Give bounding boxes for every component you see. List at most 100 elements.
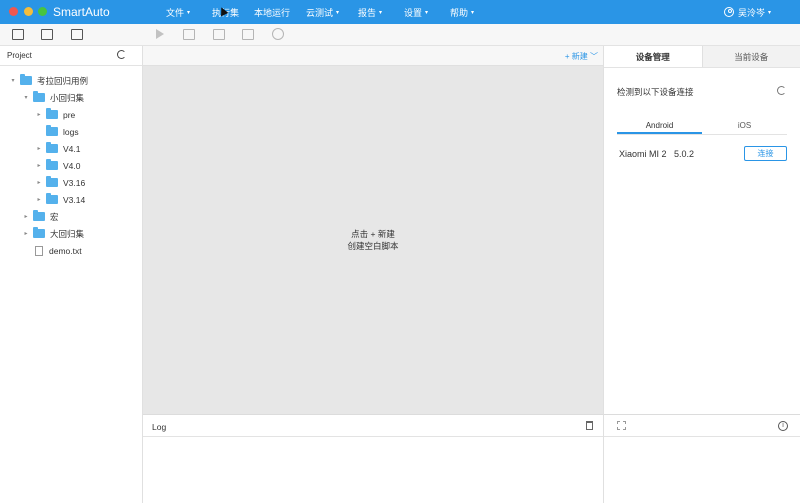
menu-settings[interactable]: 设置 ▾: [404, 0, 428, 24]
minimize-window-button[interactable]: [24, 7, 33, 16]
toolbar: [0, 24, 800, 46]
folder-icon: [46, 142, 58, 153]
menu-label: 帮助: [450, 7, 469, 18]
chevron-down-icon: ▾: [471, 9, 475, 16]
tab-android[interactable]: Android: [617, 118, 702, 134]
menu-file[interactable]: 文件 ▾: [166, 0, 190, 24]
tree-item[interactable]: ▸ V3.16: [35, 174, 85, 191]
folder-icon: [46, 176, 58, 187]
project-label: Project: [7, 51, 32, 60]
tree-item[interactable]: ▸ V3.14: [35, 191, 85, 208]
refresh-icon[interactable]: [117, 50, 126, 59]
file-icon: [35, 245, 43, 256]
chevron-down-icon: ▾: [336, 9, 340, 16]
folder-icon: [20, 74, 32, 85]
screenshot-icon[interactable]: [617, 421, 626, 430]
script-icon[interactable]: [242, 29, 254, 40]
run-icon[interactable]: [156, 29, 164, 39]
os-tabs: Android iOS: [617, 118, 787, 135]
chevron-down-icon[interactable]: ▾: [22, 94, 30, 101]
tree-item[interactable]: ▸ 大回归集: [22, 225, 84, 242]
tree-item[interactable]: demo.txt: [22, 242, 82, 259]
user-menu[interactable]: 吴泠岑 ▾: [724, 0, 771, 24]
project-panel-header: Project: [0, 46, 142, 66]
tree-item[interactable]: ▸ pre: [35, 106, 75, 123]
tree-item-label: V3.16: [63, 177, 86, 188]
chevron-right-icon[interactable]: ▸: [22, 213, 30, 220]
tree-item-label: 宏: [50, 211, 59, 222]
stop-icon[interactable]: [213, 29, 225, 40]
tree-item[interactable]: ▸ V4.0: [35, 157, 81, 174]
tree-item[interactable]: ▾ 小回归集: [22, 89, 84, 106]
app-title: SmartAuto: [53, 5, 110, 19]
tree-item-label: pre: [63, 109, 76, 120]
title-bar: SmartAuto 文件 ▾ 执行集 本地运行 云测试 ▾ 报告 ▾ 设置 ▾ 帮助 ▾ …: [0, 0, 800, 24]
user-name: 吴泠岑: [738, 7, 766, 18]
device-preview-panel: i: [603, 414, 800, 503]
chevron-down-icon[interactable]: ▾: [9, 77, 17, 84]
device-panel: 设备管理 当前设备 检测到以下设备连接 Android iOS Xiaomi M…: [603, 46, 800, 414]
folder-icon: [33, 91, 45, 102]
hint-line-2: 创建空白脚本: [347, 241, 399, 251]
device-name: Xiaomi MI 2: [619, 149, 667, 159]
menu-report[interactable]: 报告 ▾: [358, 0, 382, 24]
editor-area[interactable]: + 新建 ﹀ 点击 + 新建 创建空白脚本: [143, 46, 603, 414]
tree-item-label: demo.txt: [49, 245, 82, 256]
folder-icon: [46, 159, 58, 170]
refresh-icon[interactable]: [777, 86, 786, 95]
save-as-icon[interactable]: [71, 29, 83, 40]
chevron-right-icon[interactable]: ▸: [35, 162, 43, 169]
tab-current-device[interactable]: 当前设备: [701, 46, 800, 67]
user-icon: [724, 7, 734, 17]
hint-line-1: 点击 + 新建: [351, 229, 395, 239]
device-version: 5.0.2: [674, 149, 695, 159]
save-icon[interactable]: [41, 29, 53, 40]
zoom-window-button[interactable]: [38, 7, 47, 16]
tree-item-label: logs: [63, 126, 79, 137]
chevron-right-icon[interactable]: ▸: [35, 111, 43, 118]
chevron-right-icon[interactable]: ▸: [22, 230, 30, 237]
tree-item[interactable]: logs: [35, 123, 79, 140]
tree-item-label: V3.14: [63, 194, 86, 205]
menu-label: 文件: [166, 7, 185, 18]
log-panel: Log: [143, 414, 603, 503]
chevron-right-icon[interactable]: ▸: [35, 145, 43, 152]
close-window-button[interactable]: [9, 7, 18, 16]
folder-icon: [33, 210, 45, 221]
tab-ios[interactable]: iOS: [702, 118, 787, 134]
log-header: Log: [143, 415, 603, 437]
trash-icon[interactable]: [586, 421, 593, 430]
menu-help[interactable]: 帮助 ▾: [450, 0, 474, 24]
folder-icon: [46, 193, 58, 204]
tree-item-label: 小回归集: [50, 92, 85, 103]
chevron-right-icon[interactable]: ▸: [35, 196, 43, 203]
editor-header: + 新建 ﹀: [143, 46, 603, 66]
tree-item[interactable]: ▸ 宏: [22, 208, 59, 225]
performance-icon[interactable]: [272, 28, 284, 40]
folder-icon: [46, 108, 58, 119]
connect-button[interactable]: 连接: [744, 146, 787, 161]
tree-item-label: 大回归集: [50, 228, 85, 239]
tab-device-management[interactable]: 设备管理: [604, 46, 702, 67]
menu-label: 报告: [358, 7, 377, 18]
record-icon[interactable]: [183, 29, 195, 40]
chevron-right-icon[interactable]: ▸: [35, 179, 43, 186]
open-folder-icon[interactable]: [12, 29, 24, 40]
log-title: Log: [152, 422, 167, 432]
new-script-button[interactable]: + 新建 ﹀: [565, 51, 598, 62]
menu-label: 本地运行: [254, 7, 291, 18]
tree-item-label: V4.0: [63, 160, 81, 171]
tree-item-label: V4.1: [63, 143, 81, 154]
device-preview-header: i: [604, 415, 800, 437]
project-panel: Project ▾ 考拉回归用例 ▾ 小回归集 ▸ pre logs ▸ V4.…: [0, 46, 143, 503]
menu-cloud-test[interactable]: 云测试 ▾: [306, 0, 339, 24]
tree-item[interactable]: ▾ 考拉回归用例: [9, 72, 88, 89]
detected-devices-text: 检测到以下设备连接: [617, 87, 694, 97]
menu-local-run[interactable]: 本地运行: [254, 0, 290, 24]
chevron-down-icon: ▾: [379, 9, 383, 16]
tree-item[interactable]: ▸ V4.1: [35, 140, 81, 157]
chevron-down-icon: ▾: [425, 9, 429, 16]
folder-icon: [46, 125, 58, 136]
chevron-down-icon: ▾: [187, 9, 191, 16]
info-icon[interactable]: i: [778, 421, 788, 431]
